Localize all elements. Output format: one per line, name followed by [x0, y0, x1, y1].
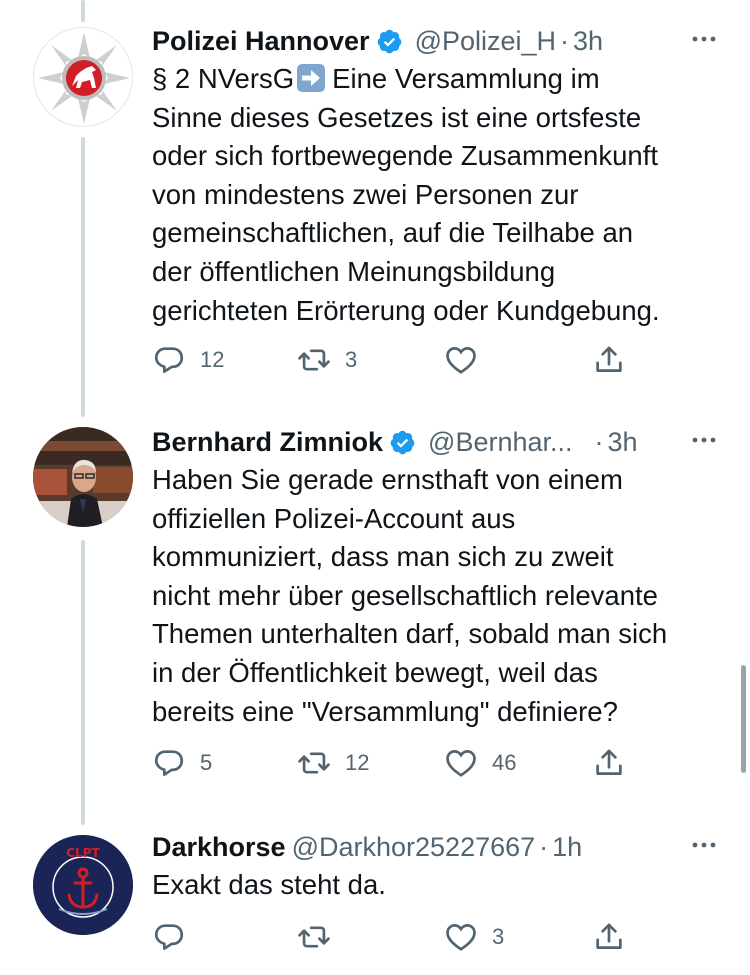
- reply-button[interactable]: 12: [152, 340, 224, 380]
- tweet-text-line: bereits eine "Versammlung" definiere?: [152, 695, 618, 727]
- share-button[interactable]: [592, 917, 626, 957]
- reply-icon: [154, 924, 184, 950]
- like-button[interactable]: 3: [444, 917, 504, 957]
- tweet-text-line: oder sich fortbewegende Zusammenkunft: [152, 140, 658, 172]
- tweet-actions: 3: [152, 917, 632, 957]
- retweet-count: 3: [345, 347, 358, 372]
- display-name[interactable]: Bernhard Zimniok: [152, 427, 383, 458]
- share-button[interactable]: [592, 743, 626, 783]
- tweet-header: Polizei Hannover @Polizei_H · 3h: [152, 22, 728, 60]
- tweet-text-line: gerichteten Erörterung oder Kundgebung.: [152, 294, 660, 326]
- more-icon[interactable]: [686, 425, 722, 455]
- retweet-button[interactable]: [297, 917, 345, 957]
- retweet-button[interactable]: 3: [297, 340, 357, 380]
- retweet-icon: [298, 926, 330, 948]
- tweet-text-line: Exakt das steht da.: [152, 869, 386, 900]
- heart-icon: [446, 347, 476, 374]
- display-name[interactable]: Darkhorse: [152, 832, 286, 863]
- more-icon[interactable]: [686, 24, 722, 54]
- tweet-text: Exakt das steht da.: [152, 866, 728, 905]
- reply-count: 12: [200, 347, 225, 372]
- tweet-text: § 2 NVersG Eine Versammlung im Sinne dies…: [152, 60, 728, 330]
- timestamp[interactable]: 1h: [552, 832, 582, 863]
- heart-icon: [446, 750, 476, 777]
- avatar[interactable]: CLPT: [33, 835, 133, 935]
- scrollbar-thumb[interactable]: [741, 665, 746, 773]
- tweet-text-line: nicht mehr über gesellschaftlich relevan…: [152, 579, 658, 611]
- like-button[interactable]: 46: [444, 743, 516, 783]
- tweet-text-line: kommuniziert, dass man sich zu zweit: [152, 541, 614, 573]
- more-icon[interactable]: [686, 830, 722, 860]
- avatar[interactable]: [33, 427, 133, 527]
- retweet-icon: [298, 349, 330, 371]
- avatar-text: CLPT: [66, 846, 100, 860]
- tweet-text-line: § 2 NVersG Eine Versammlung im: [152, 63, 600, 94]
- handle[interactable]: @Polizei_H: [415, 26, 556, 57]
- separator-dot: ·: [539, 831, 549, 862]
- like-button[interactable]: [444, 340, 492, 380]
- tweet-header: Darkhorse @Darkhor25227667 · 1h: [152, 828, 728, 866]
- anchor-logo: CLPT: [33, 835, 133, 935]
- tweet-text-line: Themen unterhalten darf, sobald man sich: [152, 618, 668, 650]
- handle[interactable]: @Darkhor25227667: [292, 832, 536, 863]
- profile-photo: [33, 427, 133, 527]
- tweet-text-line: offiziellen Polizei-Account aus: [152, 502, 516, 534]
- tweet-header: Bernhard Zimniok @Bernhar... · 3h: [152, 423, 728, 461]
- timestamp[interactable]: 3h: [573, 26, 603, 57]
- retweet-count: 12: [345, 750, 370, 775]
- tweet-text-line: Sinne dieses Gesetzes ist eine ortsfeste: [152, 101, 642, 133]
- reply-icon: [154, 347, 184, 373]
- tweet-actions: 12 3: [152, 340, 632, 380]
- share-icon: [596, 346, 622, 372]
- police-star-logo: [38, 32, 130, 124]
- verified-badge-icon: [390, 430, 415, 454]
- reply-count: 5: [200, 750, 213, 775]
- reply-button[interactable]: [152, 917, 200, 957]
- tweet-text-line: gemeinschaftlichen, auf die Teilhabe an: [152, 217, 634, 249]
- tweet-text: Haben Sie gerade ernsthaft von einem off…: [152, 461, 728, 731]
- tweet[interactable]: Bernhard Zimniok @Bernhar... · 3h Haben …: [0, 410, 750, 810]
- tweet-text-line: in der Öffentlichkeit bewegt, weil das: [152, 656, 598, 688]
- reply-icon: [154, 750, 184, 776]
- reply-button[interactable]: 5: [152, 743, 212, 783]
- handle[interactable]: @Bernhar...: [428, 427, 572, 458]
- share-button[interactable]: [592, 340, 626, 380]
- share-icon: [596, 749, 622, 775]
- like-count: 46: [492, 750, 517, 775]
- heart-icon: [446, 924, 476, 951]
- like-count: 3: [492, 924, 505, 949]
- share-icon: [596, 923, 622, 949]
- avatar[interactable]: [33, 27, 133, 127]
- separator-dot: ·: [594, 426, 604, 457]
- retweet-icon: [298, 752, 330, 774]
- tweet[interactable]: CLPT Darkhorse @Darkhor25227667 · 1h Exa…: [0, 820, 750, 975]
- tweet-text-line: Haben Sie gerade ernsthaft von einem: [152, 464, 623, 495]
- display-name[interactable]: Polizei Hannover: [152, 26, 370, 57]
- timestamp[interactable]: 3h: [608, 427, 638, 458]
- retweet-button[interactable]: 12: [297, 743, 369, 783]
- right-arrow-emoji-icon: [297, 64, 326, 92]
- tweet-actions: 5 12 46: [152, 743, 632, 783]
- tweet-text-line: der öffentlichen Meinungsbildung: [152, 255, 556, 287]
- tweet[interactable]: Polizei Hannover @Polizei_H · 3h § 2 NVe…: [0, 0, 750, 400]
- tweet-text-line: von mindestens zwei Personen zur: [152, 178, 579, 210]
- separator-dot: ·: [560, 25, 570, 56]
- verified-badge-icon: [377, 29, 401, 53]
